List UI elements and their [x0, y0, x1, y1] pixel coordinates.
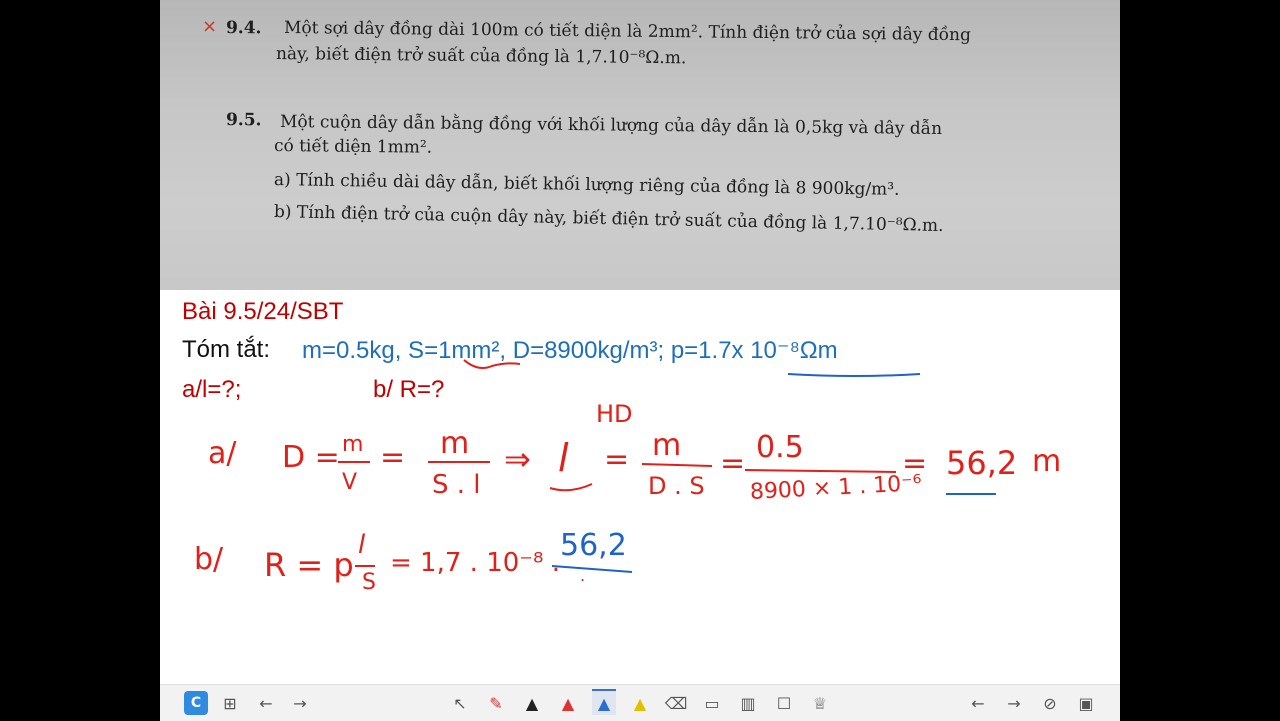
ink-a-ds: D . S — [648, 472, 705, 500]
ink-a-eq4: = — [720, 446, 746, 481]
ink-fraction-result — [744, 469, 897, 473]
ink-b-expr: R = p — [264, 546, 354, 584]
ink-fraction-b — [551, 565, 633, 573]
ink-b-s: S — [362, 570, 376, 595]
problem-9-5-part-a: a) Tính chiều dài dây dẫn, biết khối lượ… — [273, 170, 900, 200]
next-page-icon[interactable]: → — [1002, 691, 1026, 715]
laser-pointer-icon[interactable]: ✎ — [484, 691, 508, 715]
ink-a-l: l — [558, 436, 569, 480]
ink-a-m1: m — [342, 432, 364, 457]
ink-a-m2: m — [440, 426, 470, 461]
ink-a-05: 0.5 — [756, 430, 804, 465]
ink-underline-l — [549, 483, 593, 492]
problem-9-5-number: 9.5. — [225, 110, 262, 131]
question-b: b/ R=? — [373, 376, 445, 403]
pen-red-icon[interactable]: ▲ — [556, 691, 580, 715]
ink-b-l: l — [358, 530, 366, 560]
eraser-icon[interactable]: ⌫ — [664, 691, 688, 715]
app-logo-icon[interactable]: C — [184, 691, 208, 715]
ink-a-eq1: D = — [282, 440, 340, 475]
bottom-toolbar: C ⊞ ← → ↖ ✎ ▲ ▲ ▲ ▲ ⌫ ▭ ▥ ☐ ♕ ← → ⊘ ▣ — [160, 684, 1120, 721]
pen-black-icon[interactable]: ▲ — [520, 691, 544, 715]
ink-a-sl: S . l — [432, 470, 481, 500]
settings-icon[interactable]: ▣ — [1074, 691, 1098, 715]
problem-9-4-line1: Một sợi dây đồng dài 100m có tiết diện l… — [283, 18, 971, 46]
hide-icon[interactable]: ⊘ — [1038, 691, 1062, 715]
problem-9-5-part-b: b) Tính điện trở của cuộn dây này, biết … — [273, 202, 944, 237]
summary-label: Tóm tắt: — [182, 336, 271, 363]
undo-icon[interactable]: ← — [254, 691, 278, 715]
ink-hd: HD — [596, 400, 633, 428]
ink-a-label: a/ — [208, 436, 237, 471]
grid-view-icon[interactable]: ⊞ — [218, 691, 242, 715]
highlighter-icon[interactable]: ▲ — [628, 691, 652, 715]
previous-page-icon[interactable]: ← — [966, 691, 990, 715]
ink-b-dot: . — [580, 566, 586, 585]
problem-9-5-line1: Một cuộn dây dẫn bằng đồng với khối lượn… — [279, 112, 943, 139]
poll-icon[interactable]: ▥ — [736, 691, 760, 715]
ink-a-eq2: = — [380, 440, 406, 475]
select-cursor-icon[interactable]: ↖ — [448, 691, 472, 715]
problem-9-5-line2: có tiết diện 1mm². — [273, 136, 433, 158]
trophy-icon[interactable]: ♕ — [808, 691, 832, 715]
ink-b-numerator: 56,2 — [560, 528, 627, 563]
ink-underline-p — [787, 373, 921, 377]
ink-fraction-mds — [641, 463, 713, 467]
question-a: a/l=?; — [182, 376, 242, 403]
red-cross-mark: × — [202, 16, 218, 37]
ink-a-v: V — [342, 470, 358, 495]
redo-icon[interactable]: → — [288, 691, 312, 715]
problem-9-4-number: 9.4. — [225, 18, 262, 39]
ink-a-unit: m — [1032, 444, 1062, 479]
screen-icon[interactable]: ▭ — [700, 691, 724, 715]
whiteboard-canvas[interactable]: × 9.4. Một sợi dây đồng dài 100m có tiết… — [160, 0, 1120, 720]
problem-9-4-line2: này, biết điện trở suất của đồng là 1,7.… — [275, 44, 687, 69]
pen-blue-icon[interactable]: ▲ — [592, 689, 616, 715]
ink-a-eq5: = — [902, 446, 928, 481]
ink-a-arrow: ⇒ — [504, 440, 531, 478]
ink-b-rest: = 1,7 . 10⁻⁸ . — [390, 548, 560, 578]
ink-a-eq3: = — [604, 442, 630, 477]
ink-a-result: 56,2 — [946, 444, 1018, 482]
textbook-photo: × 9.4. Một sợi dây đồng dài 100m có tiết… — [160, 0, 1120, 290]
hand-raise-icon[interactable]: ☐ — [772, 691, 796, 715]
ink-a-m3: m — [652, 428, 682, 463]
exercise-title: Bài 9.5/24/SBT — [182, 298, 344, 325]
ink-a-denominator: 8900 × 1 . 10⁻⁶ — [749, 471, 923, 505]
summary-values: m=0.5kg, S=1mm², D=8900kg/m³; p=1.7x 10⁻… — [302, 337, 838, 364]
ink-b-label: b/ — [194, 542, 224, 577]
